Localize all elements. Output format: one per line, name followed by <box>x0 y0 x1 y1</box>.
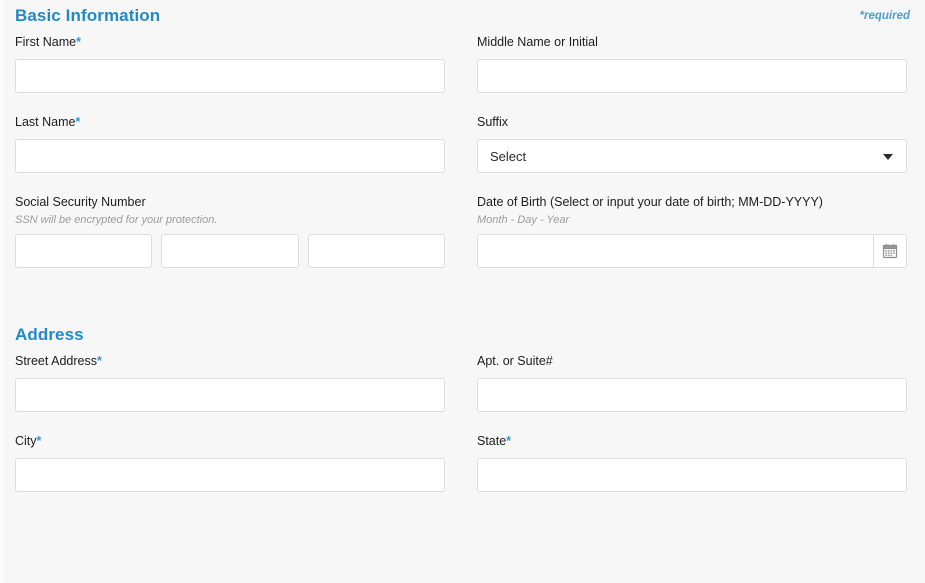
row-city-state: City* State* <box>15 433 910 513</box>
section-header-address: Address <box>15 319 910 353</box>
label-last-name-text: Last Name <box>15 115 76 129</box>
label-city: City* <box>15 433 445 449</box>
required-asterisk-first-name: * <box>76 35 81 49</box>
row-ssn-dob: Social Security Number SSN will be encry… <box>15 194 910 289</box>
column-right: Middle Name or Initial <box>477 34 907 114</box>
field-social-security-number: Social Security Number SSN will be encry… <box>15 194 445 268</box>
label-date-of-birth: Date of Birth (Select or input your date… <box>477 195 823 209</box>
label-apt-suite: Apt. or Suite# <box>477 354 553 368</box>
hint-social-security-number: SSN will be encrypted for your protectio… <box>15 214 218 226</box>
ssn-input-group <box>15 234 445 268</box>
ssn-part1-input[interactable] <box>15 234 153 268</box>
first-name-input[interactable] <box>15 59 445 93</box>
form-content: Basic Information *required First Name* … <box>0 0 925 513</box>
field-date-of-birth: Date of Birth (Select or input your date… <box>477 194 907 268</box>
date-of-birth-wrapper <box>477 234 907 268</box>
field-apt-suite: Apt. or Suite# <box>477 353 907 412</box>
field-suffix: Suffix Select <box>477 114 907 173</box>
label-first-name-text: First Name <box>15 35 77 49</box>
row-lastname-suffix: Last Name* Suffix Select <box>15 114 910 194</box>
label-social-security-number: Social Security Number <box>15 195 146 209</box>
required-asterisk-street-address: * <box>97 354 102 368</box>
section-header-basic-information: Basic Information *required <box>15 0 910 34</box>
required-asterisk-state: * <box>506 434 512 448</box>
label-city-text: City <box>15 434 37 448</box>
label-state: State* <box>477 433 907 449</box>
field-last-name: Last Name* <box>15 114 445 173</box>
suffix-selected-value: Select <box>490 148 527 164</box>
suffix-select[interactable]: Select <box>477 139 907 173</box>
calendar-picker-button[interactable] <box>873 234 907 268</box>
street-address-input[interactable] <box>15 378 445 412</box>
column-left: Street Address* <box>15 353 445 433</box>
label-street-address: Street Address* <box>15 353 445 369</box>
middle-name-input[interactable] <box>477 59 907 93</box>
ssn-part2-input[interactable] <box>161 234 299 268</box>
section-title-basic-information: Basic Information <box>15 6 161 25</box>
field-city: City* <box>15 433 445 492</box>
chevron-down-icon <box>883 154 893 160</box>
column-right: Apt. or Suite# <box>477 353 907 433</box>
state-input[interactable] <box>477 458 907 492</box>
column-left: City* <box>15 433 445 513</box>
column-right: Suffix Select <box>477 114 907 194</box>
city-input[interactable] <box>15 458 445 492</box>
column-right: State* <box>477 433 907 513</box>
field-first-name: First Name* <box>15 34 445 93</box>
label-last-name: Last Name* <box>15 114 445 130</box>
registration-form-page: Basic Information *required First Name* … <box>0 0 925 583</box>
label-street-address-text: Street Address <box>15 354 97 368</box>
hint-date-of-birth: Month - Day - Year <box>477 214 570 226</box>
label-suffix: Suffix <box>477 115 509 129</box>
section-title-address: Address <box>15 325 84 344</box>
column-left: Social Security Number SSN will be encry… <box>15 194 445 289</box>
column-left: Last Name* <box>15 114 445 194</box>
last-name-input[interactable] <box>15 139 445 173</box>
field-street-address: Street Address* <box>15 353 445 412</box>
ssn-part3-input[interactable] <box>307 234 445 268</box>
field-state: State* <box>477 433 907 492</box>
column-right: Date of Birth (Select or input your date… <box>477 194 907 289</box>
row-name: First Name* Middle Name or Initial <box>15 34 910 114</box>
date-of-birth-input[interactable] <box>477 234 873 268</box>
label-state-text: State <box>477 434 507 448</box>
suffix-select-wrapper: Select <box>477 139 907 173</box>
label-first-name: First Name* <box>15 34 445 50</box>
required-asterisk-last-name: * <box>75 115 81 129</box>
field-middle-name: Middle Name or Initial <box>477 34 907 93</box>
apt-suite-input[interactable] <box>477 378 907 412</box>
label-middle-name: Middle Name or Initial <box>477 35 598 49</box>
column-left: First Name* <box>15 34 445 114</box>
row-street-apt: Street Address* Apt. or Suite# <box>15 353 910 433</box>
required-asterisk-city: * <box>36 434 42 448</box>
required-note: *required <box>859 10 911 22</box>
calendar-icon <box>882 244 898 259</box>
